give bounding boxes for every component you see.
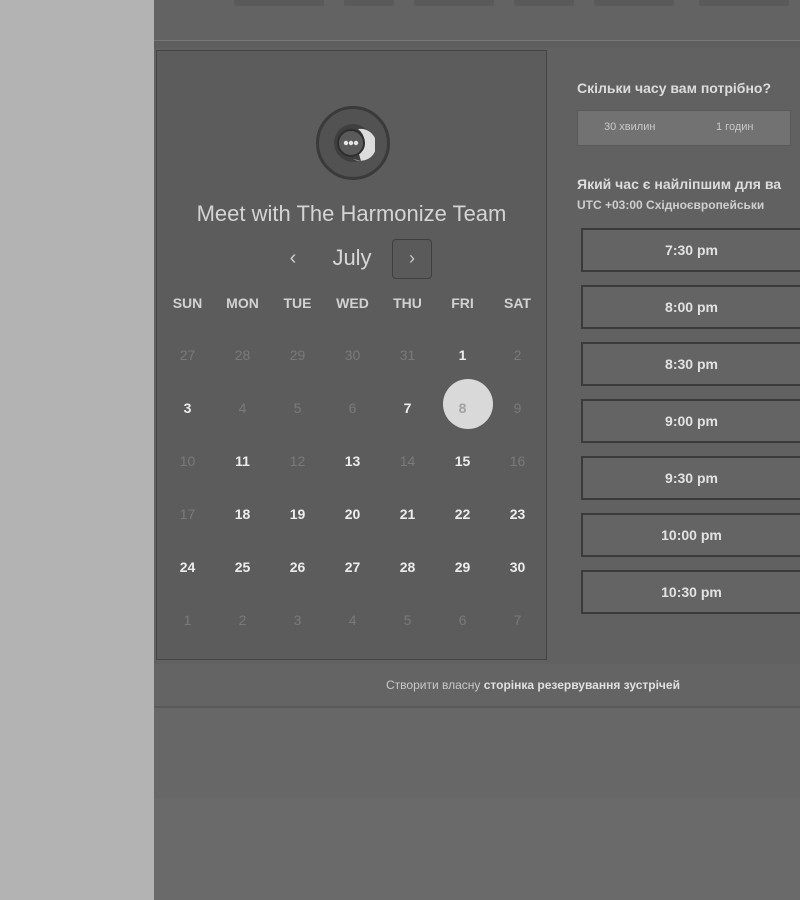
calendar-day-available[interactable]: 11	[215, 441, 270, 481]
time-slot[interactable]: 10:30 pm	[581, 570, 800, 614]
time-slot[interactable]: 8:30 pm	[581, 342, 800, 386]
prev-month-button[interactable]: ‹	[281, 247, 305, 271]
weekday-tue: TUE	[283, 295, 312, 311]
calendar-day-available[interactable]: 28	[380, 547, 435, 587]
calendar-day: 14	[399, 453, 416, 469]
calendar-day: 6	[348, 400, 357, 416]
calendar-day: 4	[348, 612, 357, 628]
calendar-day: 5	[403, 612, 412, 628]
calendar-day-available[interactable]: 1	[435, 335, 490, 375]
weekday-wed: WED	[336, 295, 369, 311]
calendar-day-available[interactable]: 18	[215, 494, 270, 534]
calendar-day: 29	[289, 347, 306, 363]
month-navigation: ‹ July ›	[157, 239, 546, 281]
chevron-right-icon: ›	[409, 248, 415, 268]
duration-option-30[interactable]: 30 хвилин	[604, 121, 655, 133]
weekday-mon: MON	[226, 295, 259, 311]
calendar-day-available[interactable]: 27	[325, 547, 380, 587]
calendar-day: 27	[179, 347, 196, 363]
lower-band	[154, 708, 800, 798]
weekday-fri: FRI	[451, 295, 474, 311]
footer-text: Створити власну сторінка резервування зу…	[386, 678, 680, 692]
chevron-left-icon: ‹	[289, 247, 297, 269]
calendar-day: 6	[458, 612, 467, 628]
booking-page: Meet with The Harmonize Team ‹ July › SU…	[154, 0, 800, 900]
calendar-day-available[interactable]: 30	[490, 547, 545, 587]
calendar-panel: Meet with The Harmonize Team ‹ July › SU…	[156, 50, 547, 660]
calendar-day: 31	[399, 347, 416, 363]
footer: Створити власну сторінка резервування зу…	[154, 664, 800, 708]
calendar-day-available[interactable]: 20	[325, 494, 380, 534]
calendar-day-available[interactable]: 7	[380, 388, 435, 428]
next-month-button[interactable]: ›	[392, 239, 432, 279]
calendar-day: 9	[513, 400, 522, 416]
page-title: Meet with The Harmonize Team	[196, 201, 507, 226]
booking-card: Meet with The Harmonize Team ‹ July › SU…	[154, 48, 800, 664]
calendar-day: 1	[183, 612, 192, 628]
calendar-day: 30	[344, 347, 361, 363]
time-slot[interactable]: 7:30 pm	[581, 228, 800, 272]
calendar-day-available[interactable]: 26	[270, 547, 325, 587]
time-slot[interactable]: 10:00 pm	[581, 513, 800, 557]
time-slot[interactable]: 8:00 pm	[581, 285, 800, 329]
time-slot[interactable]: 9:30 pm	[581, 456, 800, 500]
calendar-day: 5	[293, 400, 302, 416]
calendar-day: 2	[238, 612, 247, 628]
duration-option-60[interactable]: 1 годин	[716, 121, 753, 133]
duration-question: Скільки часу вам потрібно?	[577, 80, 772, 96]
top-header-strip	[154, 0, 800, 40]
time-question: Який час є найліпшим для ва	[577, 176, 782, 192]
calendar-day: 2	[513, 347, 522, 363]
calendar-day-available[interactable]: 3	[160, 388, 215, 428]
calendar-day: 10	[179, 453, 196, 469]
calendar-day-available[interactable]: 23	[490, 494, 545, 534]
chat-bubble-icon	[334, 124, 375, 162]
calendar-day: 4	[238, 400, 247, 416]
calendar-day: 28	[234, 347, 251, 363]
team-avatar	[316, 106, 390, 180]
calendar-day: 16	[509, 453, 526, 469]
weekday-sat: SAT	[504, 295, 531, 311]
calendar-day: 7	[513, 612, 522, 628]
calendar-day-available[interactable]: 29	[435, 547, 490, 587]
calendar-day-available[interactable]: 21	[380, 494, 435, 534]
calendar-day: 12	[289, 453, 306, 469]
calendar-day-available[interactable]: 24	[160, 547, 215, 587]
weekday-sun: SUN	[172, 295, 203, 311]
calendar-day-available[interactable]: 13	[325, 441, 380, 481]
timezone-label[interactable]: UTC +03:00 Східноєвропейськи	[577, 198, 764, 212]
time-slot[interactable]: 9:00 pm	[581, 399, 800, 443]
calendar-day: 3	[293, 612, 302, 628]
footer-prefix: Створити власну	[386, 678, 481, 692]
calendar-day-available[interactable]: 25	[215, 547, 270, 587]
calendar-day: 17	[179, 506, 196, 522]
calendar-day-selected[interactable]: 8	[435, 388, 490, 428]
calendar-day-available[interactable]: 22	[435, 494, 490, 534]
create-booking-page-link[interactable]: сторінка резервування зустрічей	[484, 678, 680, 692]
weekday-thu: THU	[393, 295, 422, 311]
current-month: July	[332, 245, 372, 270]
calendar-day-available[interactable]: 15	[435, 441, 490, 481]
booking-options-panel: Скільки часу вам потрібно? 30 хвилин 1 г…	[577, 72, 800, 652]
duration-selector: 30 хвилин 1 годин	[577, 110, 791, 146]
calendar-day-available[interactable]: 19	[270, 494, 325, 534]
